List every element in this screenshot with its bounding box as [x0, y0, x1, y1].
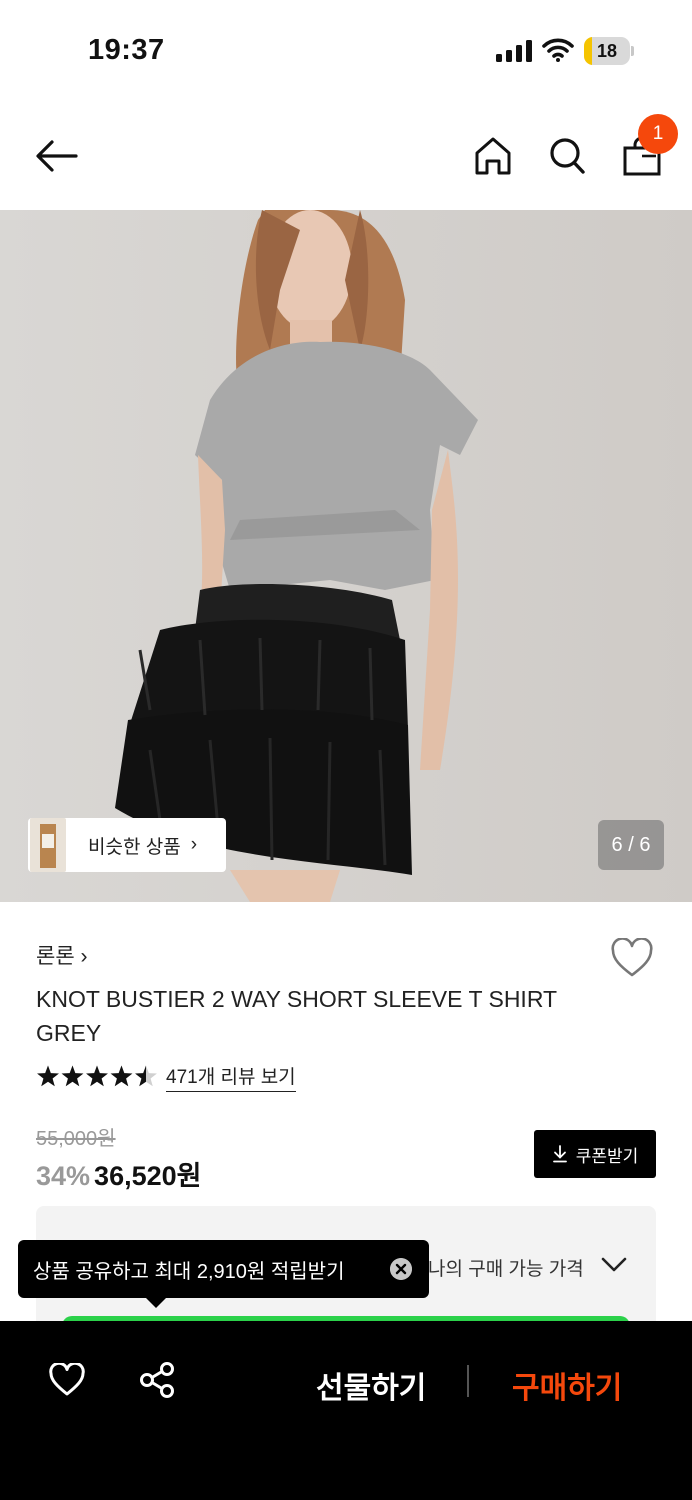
gift-button[interactable]: 선물하기 [316, 1363, 426, 1407]
similar-product-thumbnail [30, 818, 66, 872]
share-icon[interactable] [138, 1361, 176, 1399]
search-icon[interactable] [548, 136, 586, 176]
heart-icon[interactable] [48, 1363, 86, 1397]
chevron-right-icon: › [190, 834, 198, 855]
heart-icon[interactable] [610, 938, 654, 978]
coupon-button[interactable]: 쿠폰받기 [534, 1130, 656, 1178]
home-icon[interactable] [474, 136, 512, 176]
bottom-action-bar: 선물하기 구매하기 [0, 1321, 692, 1500]
tooltip-arrow [146, 1298, 166, 1308]
product-image[interactable] [0, 210, 692, 902]
divider [467, 1365, 469, 1397]
tooltip-text: 상품 공유하고 최대 2,910원 적립받기 [33, 1260, 345, 1283]
star-icon [37, 1065, 59, 1087]
brand-link[interactable]: 론론 › [36, 940, 87, 970]
sale-price: 36,520원 [94, 1161, 202, 1191]
status-time: 19:37 [88, 34, 165, 66]
image-page-counter: 6 / 6 [598, 820, 664, 870]
close-icon[interactable] [390, 1258, 412, 1280]
share-reward-tooltip: 상품 공유하고 최대 2,910원 적립받기 [18, 1240, 429, 1298]
my-price-label: 나의 구매 가능 가격 [428, 1259, 584, 1280]
coupon-label: 쿠폰받기 [575, 1146, 639, 1166]
battery-level: 18 [596, 41, 618, 61]
buy-button[interactable]: 구매하기 [512, 1363, 622, 1407]
review-link[interactable]: 471개 리뷰 보기 [166, 1062, 296, 1092]
star-icon [110, 1065, 133, 1087]
rating-stars [37, 1065, 157, 1087]
app-header [0, 100, 692, 210]
similar-products-label: 비슷한 상품 [88, 836, 181, 858]
signal-icon [496, 40, 532, 62]
download-icon [552, 1145, 567, 1163]
arrow-left-icon[interactable] [34, 138, 78, 174]
product-photo [0, 210, 692, 902]
chevron-down-icon [601, 1257, 627, 1272]
discount-rate: 34% [36, 1161, 91, 1191]
star-icon [61, 1065, 84, 1087]
battery-indicator: 18 [584, 37, 634, 65]
status-bar: 19:37 18 [0, 0, 692, 100]
star-icon [86, 1065, 108, 1087]
similar-products-button[interactable]: 비슷한 상품 › [28, 818, 226, 872]
original-price: 55,000원 [36, 1128, 116, 1150]
product-name: KNOT BUSTIER 2 WAY SHORT SLEEVE T SHIRT … [36, 986, 557, 1046]
sale-price-row: 34% 36,520원 [36, 1154, 201, 1193]
cart-count-badge: 1 [638, 114, 678, 154]
rating-row: 471개 리뷰 보기 [36, 1062, 296, 1092]
wifi-icon [542, 38, 574, 62]
